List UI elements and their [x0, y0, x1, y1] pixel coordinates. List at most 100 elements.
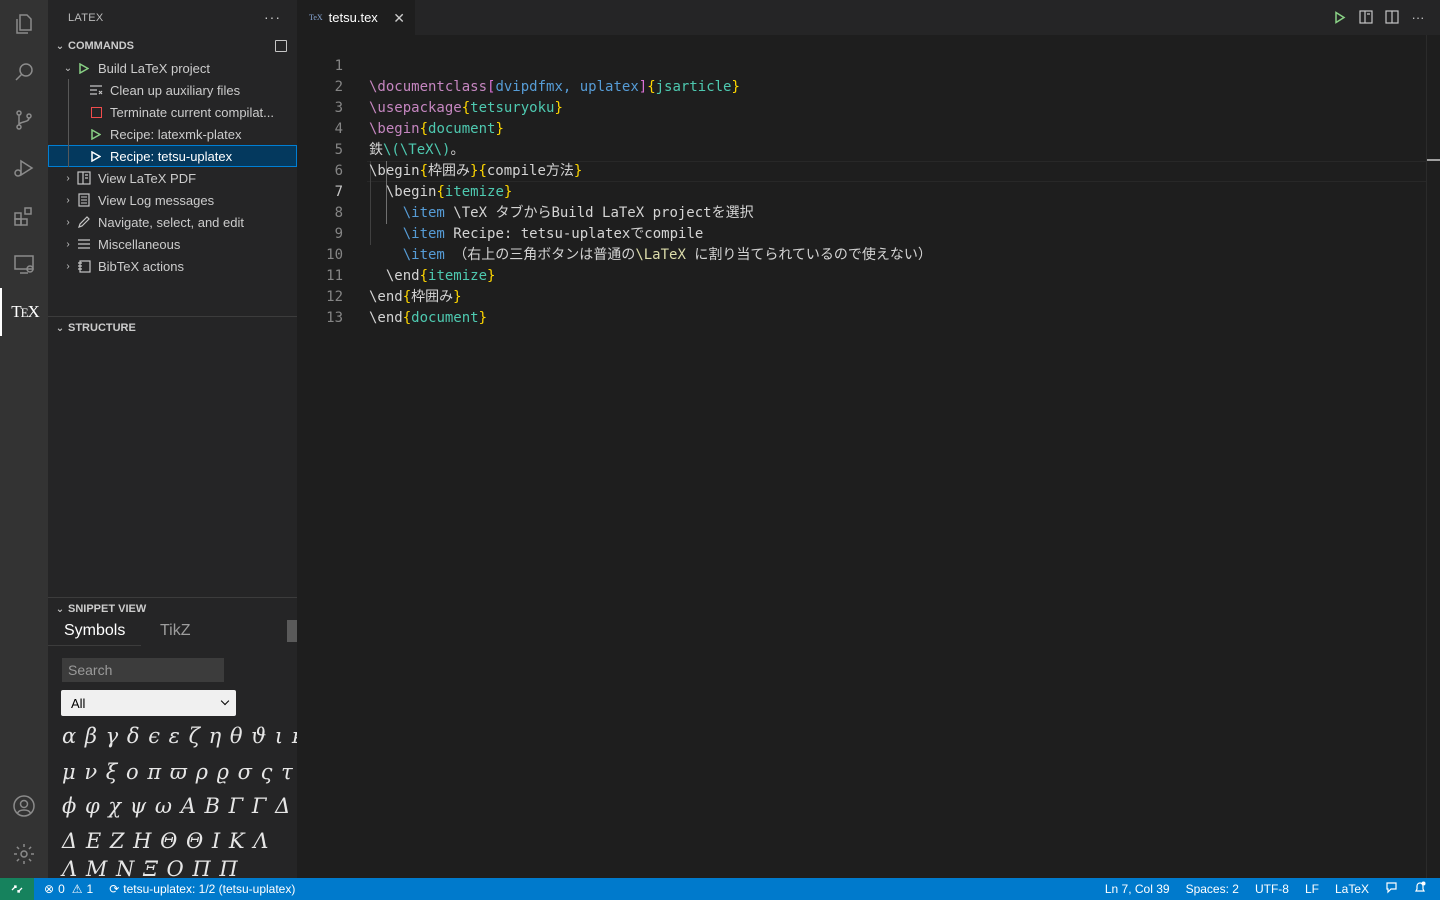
code-line: 2 \usepackage{tetsuryoku} [297, 56, 1427, 116]
end-of-line[interactable]: LF [1305, 882, 1319, 896]
warning-count: 1 [86, 882, 94, 896]
tree-item-label: View Log messages [98, 192, 215, 208]
encoding[interactable]: UTF-8 [1255, 882, 1289, 896]
code-line: 8 \item Recipe: tetsu-uplatexでcompile [297, 182, 1427, 242]
tree-item-misc[interactable]: › Miscellaneous [48, 233, 297, 255]
list-icon [76, 236, 92, 252]
remote-explorer-icon[interactable] [0, 240, 48, 288]
language-mode[interactable]: LaTeX [1335, 882, 1369, 896]
source-control-icon[interactable] [0, 96, 48, 144]
editor-tab[interactable]: TeX tetsu.tex ✕ [297, 0, 415, 35]
snippet-view: ⌄ SNIPPET VIEW Symbols TikZ Search All α… [48, 597, 297, 878]
chevron-down-icon: ⌄ [55, 322, 65, 334]
collapse-all-icon[interactable] [275, 40, 287, 52]
tab-symbols[interactable]: Symbols [48, 622, 142, 646]
more-actions-icon[interactable]: ··· [1410, 9, 1426, 25]
tree-item-terminate[interactable]: Terminate current compilat... [48, 101, 297, 123]
latex-sidebar: LATEX ··· ⌄ COMMANDS ⌄ Build LaTeX proje… [48, 0, 297, 878]
status-right: Ln 7, Col 39 Spaces: 2 UTF-8 LF LaTeX [1105, 878, 1426, 900]
build-status[interactable]: ⟳ tetsu-uplatex: 1/2 (tetsu-uplatex) [109, 882, 295, 896]
symbol-search-input[interactable]: Search [62, 658, 224, 682]
run-debug-icon[interactable] [0, 144, 48, 192]
build-play-icon[interactable] [1332, 9, 1348, 25]
extensions-icon[interactable] [0, 192, 48, 240]
code-line: 13 [297, 287, 1427, 326]
activity-bar: TEX [0, 0, 48, 878]
view-pdf-icon[interactable] [1358, 9, 1374, 25]
structure-header-label: STRUCTURE [68, 322, 136, 334]
bibtex-icon [76, 258, 92, 274]
symbol-row[interactable]: μ ν ξ ο π ϖ ρ ϱ σ ς τ υ [62, 760, 297, 784]
code-editor[interactable]: 1 \documentclass[dvipdfmx, uplatex]{jsar… [297, 35, 1440, 878]
account-icon[interactable] [0, 782, 48, 830]
scrollbar-cursor-marker [1427, 159, 1440, 161]
chevron-right-icon: › [66, 216, 70, 228]
status-bar: ⊗ 0 ⚠ 1 ⟳ tetsu-uplatex: 1/2 (tetsu-upla… [0, 878, 1440, 900]
play-outline-icon [76, 60, 92, 76]
snippet-scrollbar[interactable] [287, 620, 297, 642]
code-line-current: 7 \item \TeX タブからBuild LaTeX projectを選択 [297, 161, 1427, 221]
commands-section-header[interactable]: ⌄ COMMANDS [48, 35, 297, 57]
tree-item-clean[interactable]: Clean up auxiliary files [48, 79, 297, 101]
search-icon[interactable] [0, 48, 48, 96]
indent-guide [68, 101, 69, 123]
code-line: 4 鉄\(\TeX\)。 [297, 98, 1427, 158]
code-line: 6 \begin{itemize} [297, 140, 1427, 200]
tree-item-label: Navigate, select, and edit [98, 214, 244, 230]
structure-section-header[interactable]: ⌄ STRUCTURE [48, 317, 297, 339]
editor-scrollbar[interactable] [1426, 35, 1440, 878]
tree-item-navigate[interactable]: › Navigate, select, and edit [48, 211, 297, 233]
play-outline-icon [88, 148, 104, 164]
tree-item-bibtex[interactable]: › BibTeX actions [48, 255, 297, 277]
build-status-text: tetsu-uplatex: 1/2 (tetsu-uplatex) [123, 882, 296, 896]
commands-header-label: COMMANDS [68, 40, 134, 52]
snippet-section-header[interactable]: ⌄ SNIPPET VIEW [48, 598, 297, 620]
tree-item-label: View LaTeX PDF [98, 170, 197, 186]
split-editor-icon[interactable] [1384, 9, 1400, 25]
settings-gear-icon[interactable] [0, 830, 48, 878]
symbol-row[interactable]: Δ E Z H Θ Θ I K Λ [62, 829, 269, 853]
tree-item-label: Clean up auxiliary files [110, 82, 241, 98]
editor-tab-bar: TeX tetsu.tex ✕ ··· [297, 0, 1440, 35]
indentation[interactable]: Spaces: 2 [1186, 882, 1239, 896]
code-line: 12 \end{document} [297, 266, 1427, 326]
tree-item-view-log[interactable]: › View Log messages [48, 189, 297, 211]
code-line: 3 \begin{document} [297, 77, 1427, 137]
indent-guide [68, 79, 69, 101]
close-icon[interactable]: ✕ [393, 10, 405, 27]
feedback-icon[interactable] [1385, 881, 1398, 897]
cursor-position[interactable]: Ln 7, Col 39 [1105, 882, 1170, 896]
editor-actions: ··· [1332, 9, 1426, 25]
symbol-row[interactable]: α β γ δ ϵ ε ζ η θ ϑ ι κ λ [62, 724, 297, 748]
log-file-icon [76, 192, 92, 208]
tex-icon[interactable]: TEX [0, 288, 48, 336]
symbol-row[interactable]: ϕ φ χ ψ ω A B Γ Γ Δ [62, 794, 291, 818]
sync-icon: ⟳ [109, 882, 120, 896]
chevron-down-icon: ⌄ [55, 40, 65, 52]
indent-guide [68, 123, 69, 145]
chevron-right-icon: › [66, 194, 70, 206]
tab-tikz[interactable]: TikZ [160, 622, 191, 640]
stop-icon [88, 104, 104, 120]
edit-pencil-icon [76, 214, 92, 230]
warning-icon: ⚠ [71, 882, 83, 896]
tree-item-label: Build LaTeX project [98, 60, 211, 76]
notifications-bell-icon[interactable] [1414, 881, 1426, 897]
error-icon: ⊗ [44, 882, 55, 896]
symbol-category-select[interactable]: All [61, 690, 236, 716]
tree-item-label: Recipe: latexmk-platex [110, 126, 242, 142]
remote-indicator[interactable] [0, 878, 34, 900]
symbol-row[interactable]: Λ M N Ξ O Π Π [62, 857, 239, 878]
tree-item-recipe-latexmk[interactable]: Recipe: latexmk-platex [48, 123, 297, 145]
snippet-header-label: SNIPPET VIEW [68, 603, 147, 615]
token: \end [369, 310, 403, 326]
explorer-icon[interactable] [0, 0, 48, 48]
indent-guide [68, 145, 69, 167]
tree-item-build[interactable]: ⌄ Build LaTeX project [48, 57, 297, 79]
token: document [411, 310, 479, 326]
more-actions-icon[interactable]: ··· [264, 9, 281, 25]
problems-indicator[interactable]: ⊗ 0 ⚠ 1 [44, 882, 93, 896]
tree-item-recipe-tetsu[interactable]: Recipe: tetsu-uplatex [48, 145, 297, 167]
tree-item-view-pdf[interactable]: › View LaTeX PDF [48, 167, 297, 189]
line-number: 13 [326, 310, 343, 326]
